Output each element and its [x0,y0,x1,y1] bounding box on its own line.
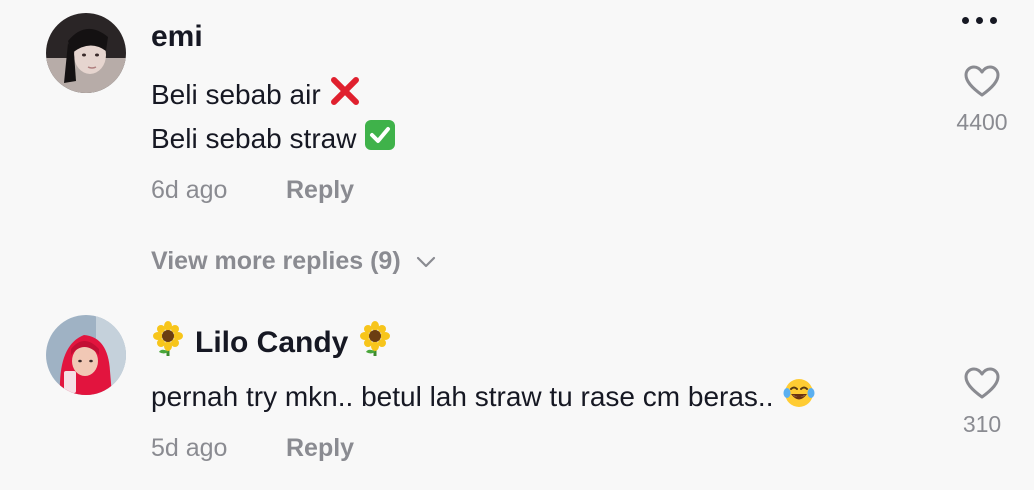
reply-button[interactable]: Reply [286,434,354,463]
avatar[interactable] [46,13,126,93]
cross-mark-icon [329,75,361,114]
comment-username[interactable]: emi [151,20,203,54]
like-count: 310 [962,411,1002,437]
chevron-down-icon [415,247,437,276]
view-more-replies-button[interactable]: View more replies (9) [151,247,437,276]
check-mark-icon [364,119,396,158]
sunflower-icon [151,321,185,365]
like-button[interactable]: 4400 [950,64,1014,136]
comment-text-line: pernah try mkn.. betul lah straw tu rase… [151,377,815,416]
like-button[interactable]: 310 [950,366,1014,438]
comment-timestamp: 6d ago [151,176,228,204]
more-options-icon[interactable] [962,17,997,24]
like-count: 4400 [956,109,1008,135]
comment-username[interactable]: Lilo Candy [151,321,392,365]
comment-text-line: Beli sebab air [151,75,361,114]
reply-button[interactable]: Reply [286,176,354,205]
comment-text-line: Beli sebab straw [151,119,396,158]
heart-icon [963,366,1001,405]
avatar[interactable] [46,315,126,395]
sunflower-icon [358,321,392,365]
heart-icon [963,64,1001,103]
tears-of-joy-icon [783,377,815,416]
comment-timestamp: 5d ago [151,434,228,462]
